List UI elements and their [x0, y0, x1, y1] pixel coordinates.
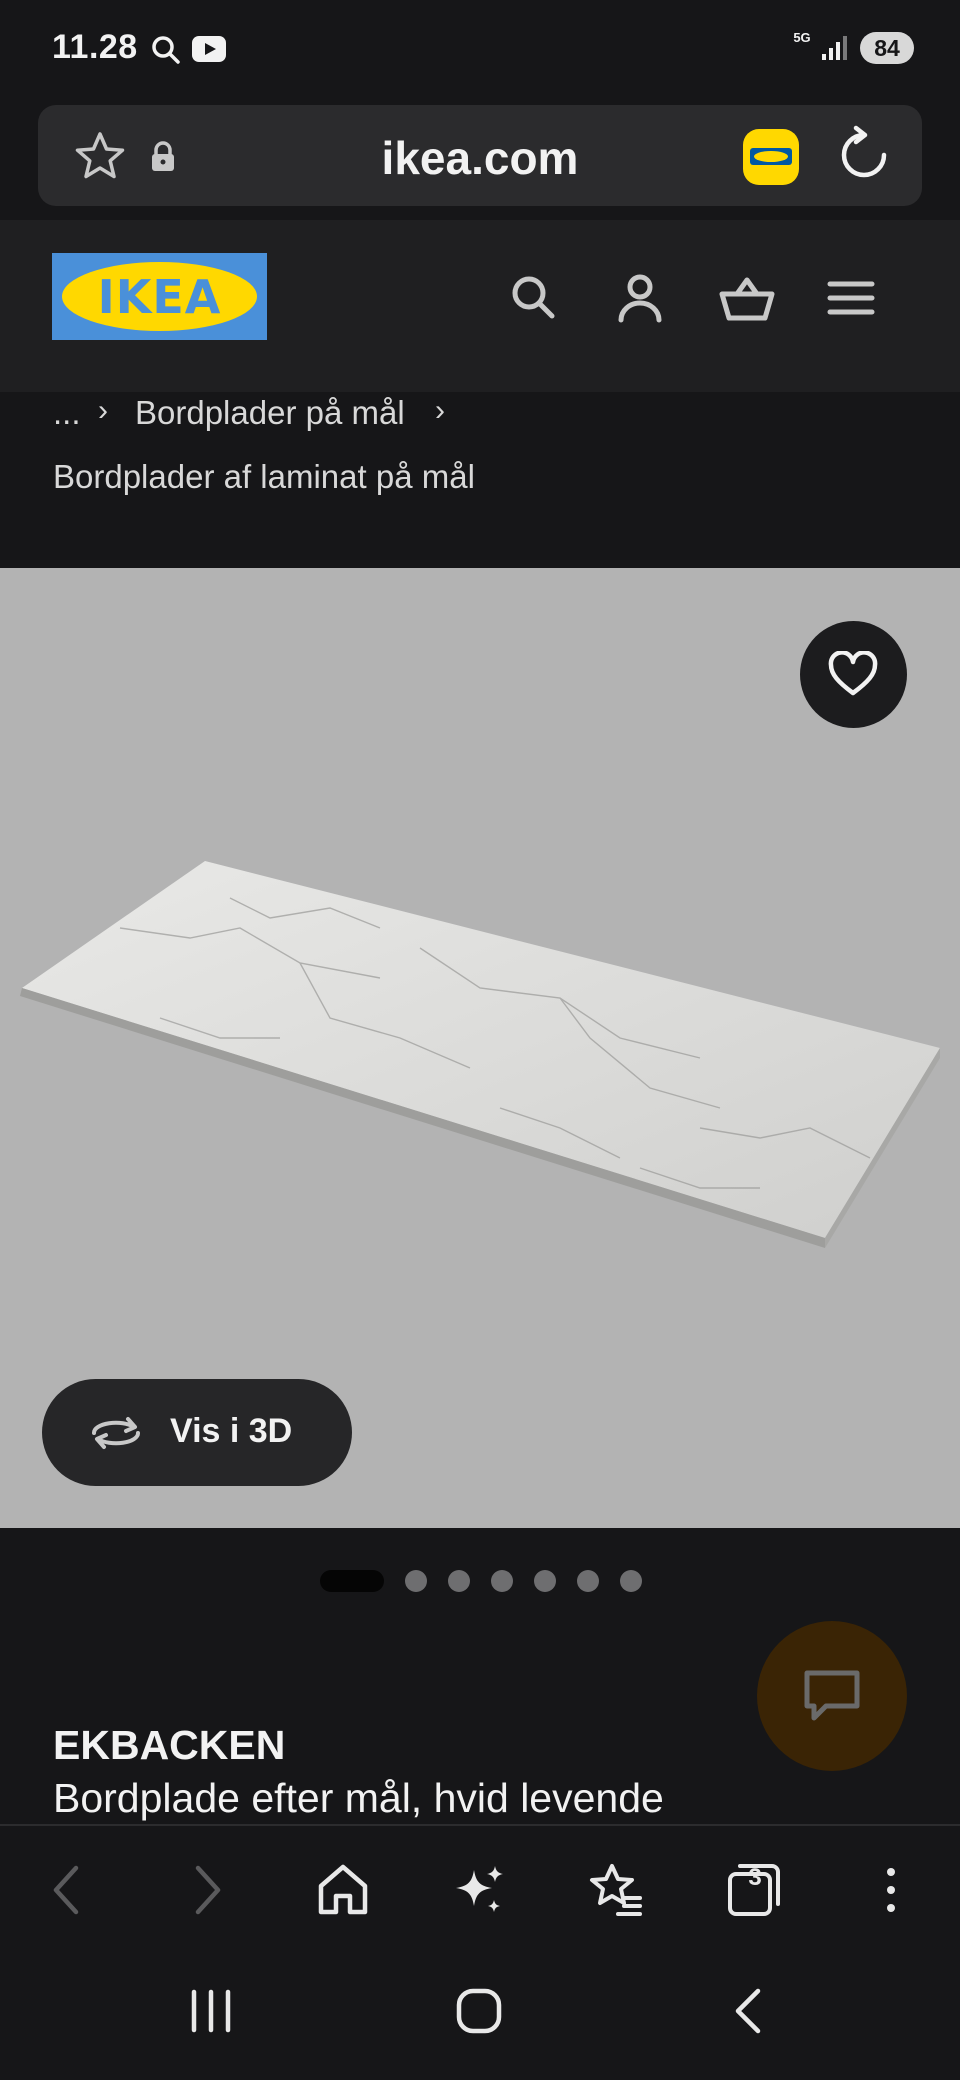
carousel-dot[interactable] — [577, 1570, 599, 1592]
carousel-dot[interactable] — [620, 1570, 642, 1592]
carousel-dot[interactable] — [448, 1570, 470, 1592]
system-navigation-bar — [0, 1954, 960, 2080]
forward-arrow-icon[interactable] — [188, 1862, 228, 1918]
view-in-3d-label: Vis i 3D — [170, 1412, 293, 1450]
recent-apps-icon[interactable] — [186, 1986, 236, 2036]
reload-icon[interactable] — [834, 125, 894, 185]
carousel-dot[interactable] — [405, 1570, 427, 1592]
ikea-logo[interactable]: IKEA — [52, 253, 267, 340]
back-arrow-icon[interactable] — [46, 1862, 86, 1918]
view-in-3d-button[interactable]: Vis i 3D — [42, 1379, 352, 1486]
favorite-button[interactable] — [800, 621, 907, 728]
chat-button[interactable] — [757, 1621, 907, 1771]
product-description: Bordplade efter mål, hvid levende — [53, 1775, 664, 1821]
breadcrumb-current[interactable]: Bordplader af laminat på mål — [53, 458, 475, 496]
site-header: IKEA — [0, 220, 960, 392]
rotate-3d-icon — [92, 1417, 140, 1449]
address-bar[interactable]: ikea.com — [38, 105, 922, 206]
carousel-dot[interactable] — [534, 1570, 556, 1592]
heart-icon — [828, 651, 878, 696]
bookmarks-star-list-icon[interactable] — [588, 1862, 644, 1918]
battery-indicator: 84 — [860, 32, 914, 64]
tab-count: 3 — [748, 1864, 762, 1891]
menu-icon[interactable] — [826, 272, 876, 324]
carousel-dot-active[interactable] — [320, 1570, 384, 1592]
breadcrumb-ellipsis[interactable]: ... — [53, 394, 81, 432]
chevron-right-icon: › — [98, 394, 108, 427]
breadcrumb: ... › Bordplader på mål › Bordplader af … — [0, 392, 960, 568]
home-icon[interactable] — [316, 1862, 370, 1918]
youtube-icon — [192, 36, 226, 62]
carousel-indicator — [0, 1570, 960, 1592]
carousel-dot[interactable] — [491, 1570, 513, 1592]
product-name: EKBACKEN — [53, 1722, 286, 1768]
status-time: 11.28 — [52, 28, 138, 66]
browser-toolbar: 3 — [0, 1824, 960, 1954]
user-icon[interactable] — [614, 272, 666, 324]
product-image-gallery[interactable]: Vis i 3D — [0, 568, 960, 1528]
logo-text: IKEA — [97, 270, 222, 324]
more-options-icon[interactable] — [876, 1862, 906, 1918]
ikea-app-icon[interactable] — [743, 129, 799, 185]
back-icon[interactable] — [728, 1986, 768, 2036]
search-icon[interactable] — [508, 272, 560, 324]
ai-sparkle-icon[interactable] — [452, 1862, 508, 1918]
status-bar: 11.28 5G 84 — [0, 0, 960, 100]
signal-icon — [822, 36, 847, 60]
chat-icon — [804, 1670, 860, 1721]
chevron-right-icon: › — [435, 394, 445, 427]
breadcrumb-link-parent[interactable]: Bordplader på mål — [135, 394, 405, 432]
home-button-icon[interactable] — [454, 1986, 504, 2036]
status-search-icon — [152, 36, 180, 64]
network-type-label: 5G — [793, 30, 811, 45]
basket-icon[interactable] — [718, 272, 776, 324]
